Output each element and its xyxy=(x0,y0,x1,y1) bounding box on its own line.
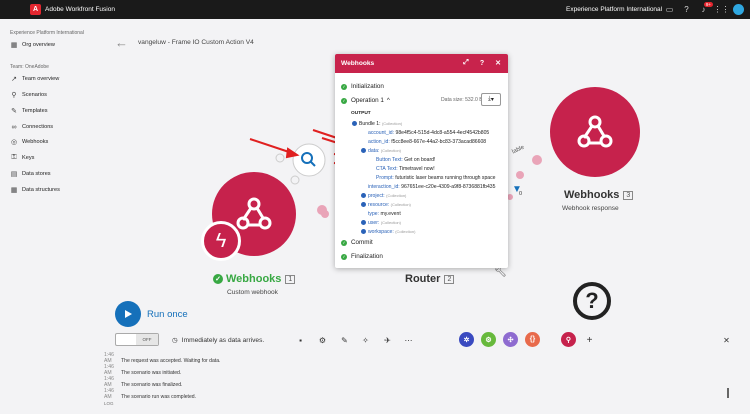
data-row[interactable]: data: (Collection) xyxy=(361,148,401,154)
connector-dot xyxy=(516,171,524,179)
export-icon[interactable]: ⋯ xyxy=(404,336,413,345)
bundle-row[interactable]: Bundle 1: (Collection) xyxy=(352,121,402,127)
close-log-icon[interactable]: ✕ xyxy=(722,336,731,345)
filter-count: 0 xyxy=(519,191,523,197)
webhooks-right-subtitle: Webhook response xyxy=(562,205,619,212)
collapse-icon xyxy=(352,121,357,127)
scheduling-toggle[interactable]: OFF xyxy=(115,333,159,346)
instant-trigger-icon: ϟ xyxy=(201,221,241,261)
log-scrollbar[interactable] xyxy=(727,388,729,398)
log-label: LOG xyxy=(104,401,114,406)
field-row: account_id: 98e4f5c4-515d-4dc8-a554-4ecf… xyxy=(368,130,490,136)
field-row: Button Text: Get on board! xyxy=(376,157,436,163)
save-icon[interactable]: ▪ xyxy=(296,336,305,345)
download-button[interactable]: ⤓ ▾ xyxy=(481,93,501,106)
log-entry: 1:46 AM The scenario run was completed. xyxy=(104,388,197,400)
json-icon[interactable]: {} xyxy=(525,332,540,347)
expand-icon[interactable]: ⤢ xyxy=(461,58,471,68)
webhook-icon xyxy=(236,197,272,230)
log-entry: 1:46 AM The scenario was initiated. xyxy=(104,364,182,376)
success-check-icon: ✓ xyxy=(341,97,347,104)
webhooks-module-right[interactable] xyxy=(550,87,640,177)
clock-icon: ◷ xyxy=(172,337,178,344)
project-row[interactable]: project: (Collection) xyxy=(361,193,406,199)
gear-icon[interactable]: ⚙ xyxy=(318,336,327,345)
success-check-icon: ✓ xyxy=(341,253,347,260)
output-label: OUTPUT xyxy=(351,111,371,116)
connector-dot xyxy=(532,155,542,165)
data-size: Data size: 532.0 B xyxy=(441,97,483,103)
commit-row[interactable]: ✓ Commit xyxy=(341,239,373,246)
auto-align-icon[interactable]: ✧ xyxy=(361,336,370,345)
wrench-icon[interactable]: 🔧︎ xyxy=(494,267,507,278)
run-once-button[interactable] xyxy=(115,301,141,327)
expand-icon xyxy=(361,220,366,226)
workspace-row[interactable]: workspace: (Collection) xyxy=(361,229,415,235)
close-icon[interactable]: ✕ xyxy=(493,58,503,68)
download-icon: ⤓ xyxy=(488,96,491,102)
log-entry: 1:46 AM The scenario was finalized. xyxy=(104,376,183,388)
chevron-up-icon: ^ xyxy=(386,97,390,104)
popup-header: Webhooks ⤢ ? ✕ xyxy=(335,54,508,73)
play-icon xyxy=(125,310,132,318)
add-app-icon[interactable]: + xyxy=(585,335,594,346)
expand-icon xyxy=(361,202,366,208)
connector-dot xyxy=(317,205,327,215)
log-entry: 1:46 AM The request was accepted. Waiting… xyxy=(104,352,221,364)
schedule-setting[interactable]: ◷ Immediately as data arrives. xyxy=(172,336,264,344)
field-row: type: my.event xyxy=(368,211,401,217)
collapse-icon xyxy=(361,148,366,154)
user-row[interactable]: user: (Collection) xyxy=(361,220,401,226)
explain-flow-icon[interactable]: ✈ xyxy=(383,336,392,345)
webhooks-left-label: ✓ Webhooks 1 xyxy=(213,273,296,285)
webhooks-app-icon[interactable]: ⚲ xyxy=(561,332,576,347)
text-parser-icon[interactable]: ✣ xyxy=(503,332,518,347)
webhooks-left-subtitle: Custom webhook xyxy=(227,289,278,296)
expand-icon xyxy=(361,229,366,235)
webhook-icon xyxy=(577,115,613,148)
initialization-row[interactable]: ✓ Initialization xyxy=(341,83,384,90)
expand-icon xyxy=(361,193,366,199)
success-check-icon: ✓ xyxy=(213,274,223,284)
search-bubble[interactable] xyxy=(292,143,326,177)
router-label: Router 2 xyxy=(405,273,455,285)
operation-row[interactable]: ✓ Operation 1 ^ xyxy=(341,97,390,104)
field-row: Prompt: futuristic laser beams running t… xyxy=(376,175,496,181)
tools-icon[interactable]: ✲ xyxy=(459,332,474,347)
help-icon[interactable]: ? xyxy=(477,58,487,68)
field-row: CTA Text: Timetravel now! xyxy=(376,166,435,172)
success-check-icon: ✓ xyxy=(341,83,347,90)
flow-control-icon[interactable]: ⚙ xyxy=(481,332,496,347)
run-once-label[interactable]: Run once xyxy=(147,309,188,320)
field-row: action_id: f5cc8ee8-667e-44a2-bc83-373ac… xyxy=(368,139,487,145)
help-question-icon: ? xyxy=(573,282,611,320)
resource-row[interactable]: resource: (Collection) xyxy=(361,202,411,208)
field-row: interaction_id: 967651ee-c20e-4309-a9f8-… xyxy=(368,184,496,190)
finalization-row[interactable]: ✓ Finalization xyxy=(341,253,383,260)
notes-icon[interactable]: ✎ xyxy=(340,336,349,345)
webhooks-right-label: Webhooks 3 xyxy=(564,189,634,201)
success-check-icon: ✓ xyxy=(341,239,347,246)
